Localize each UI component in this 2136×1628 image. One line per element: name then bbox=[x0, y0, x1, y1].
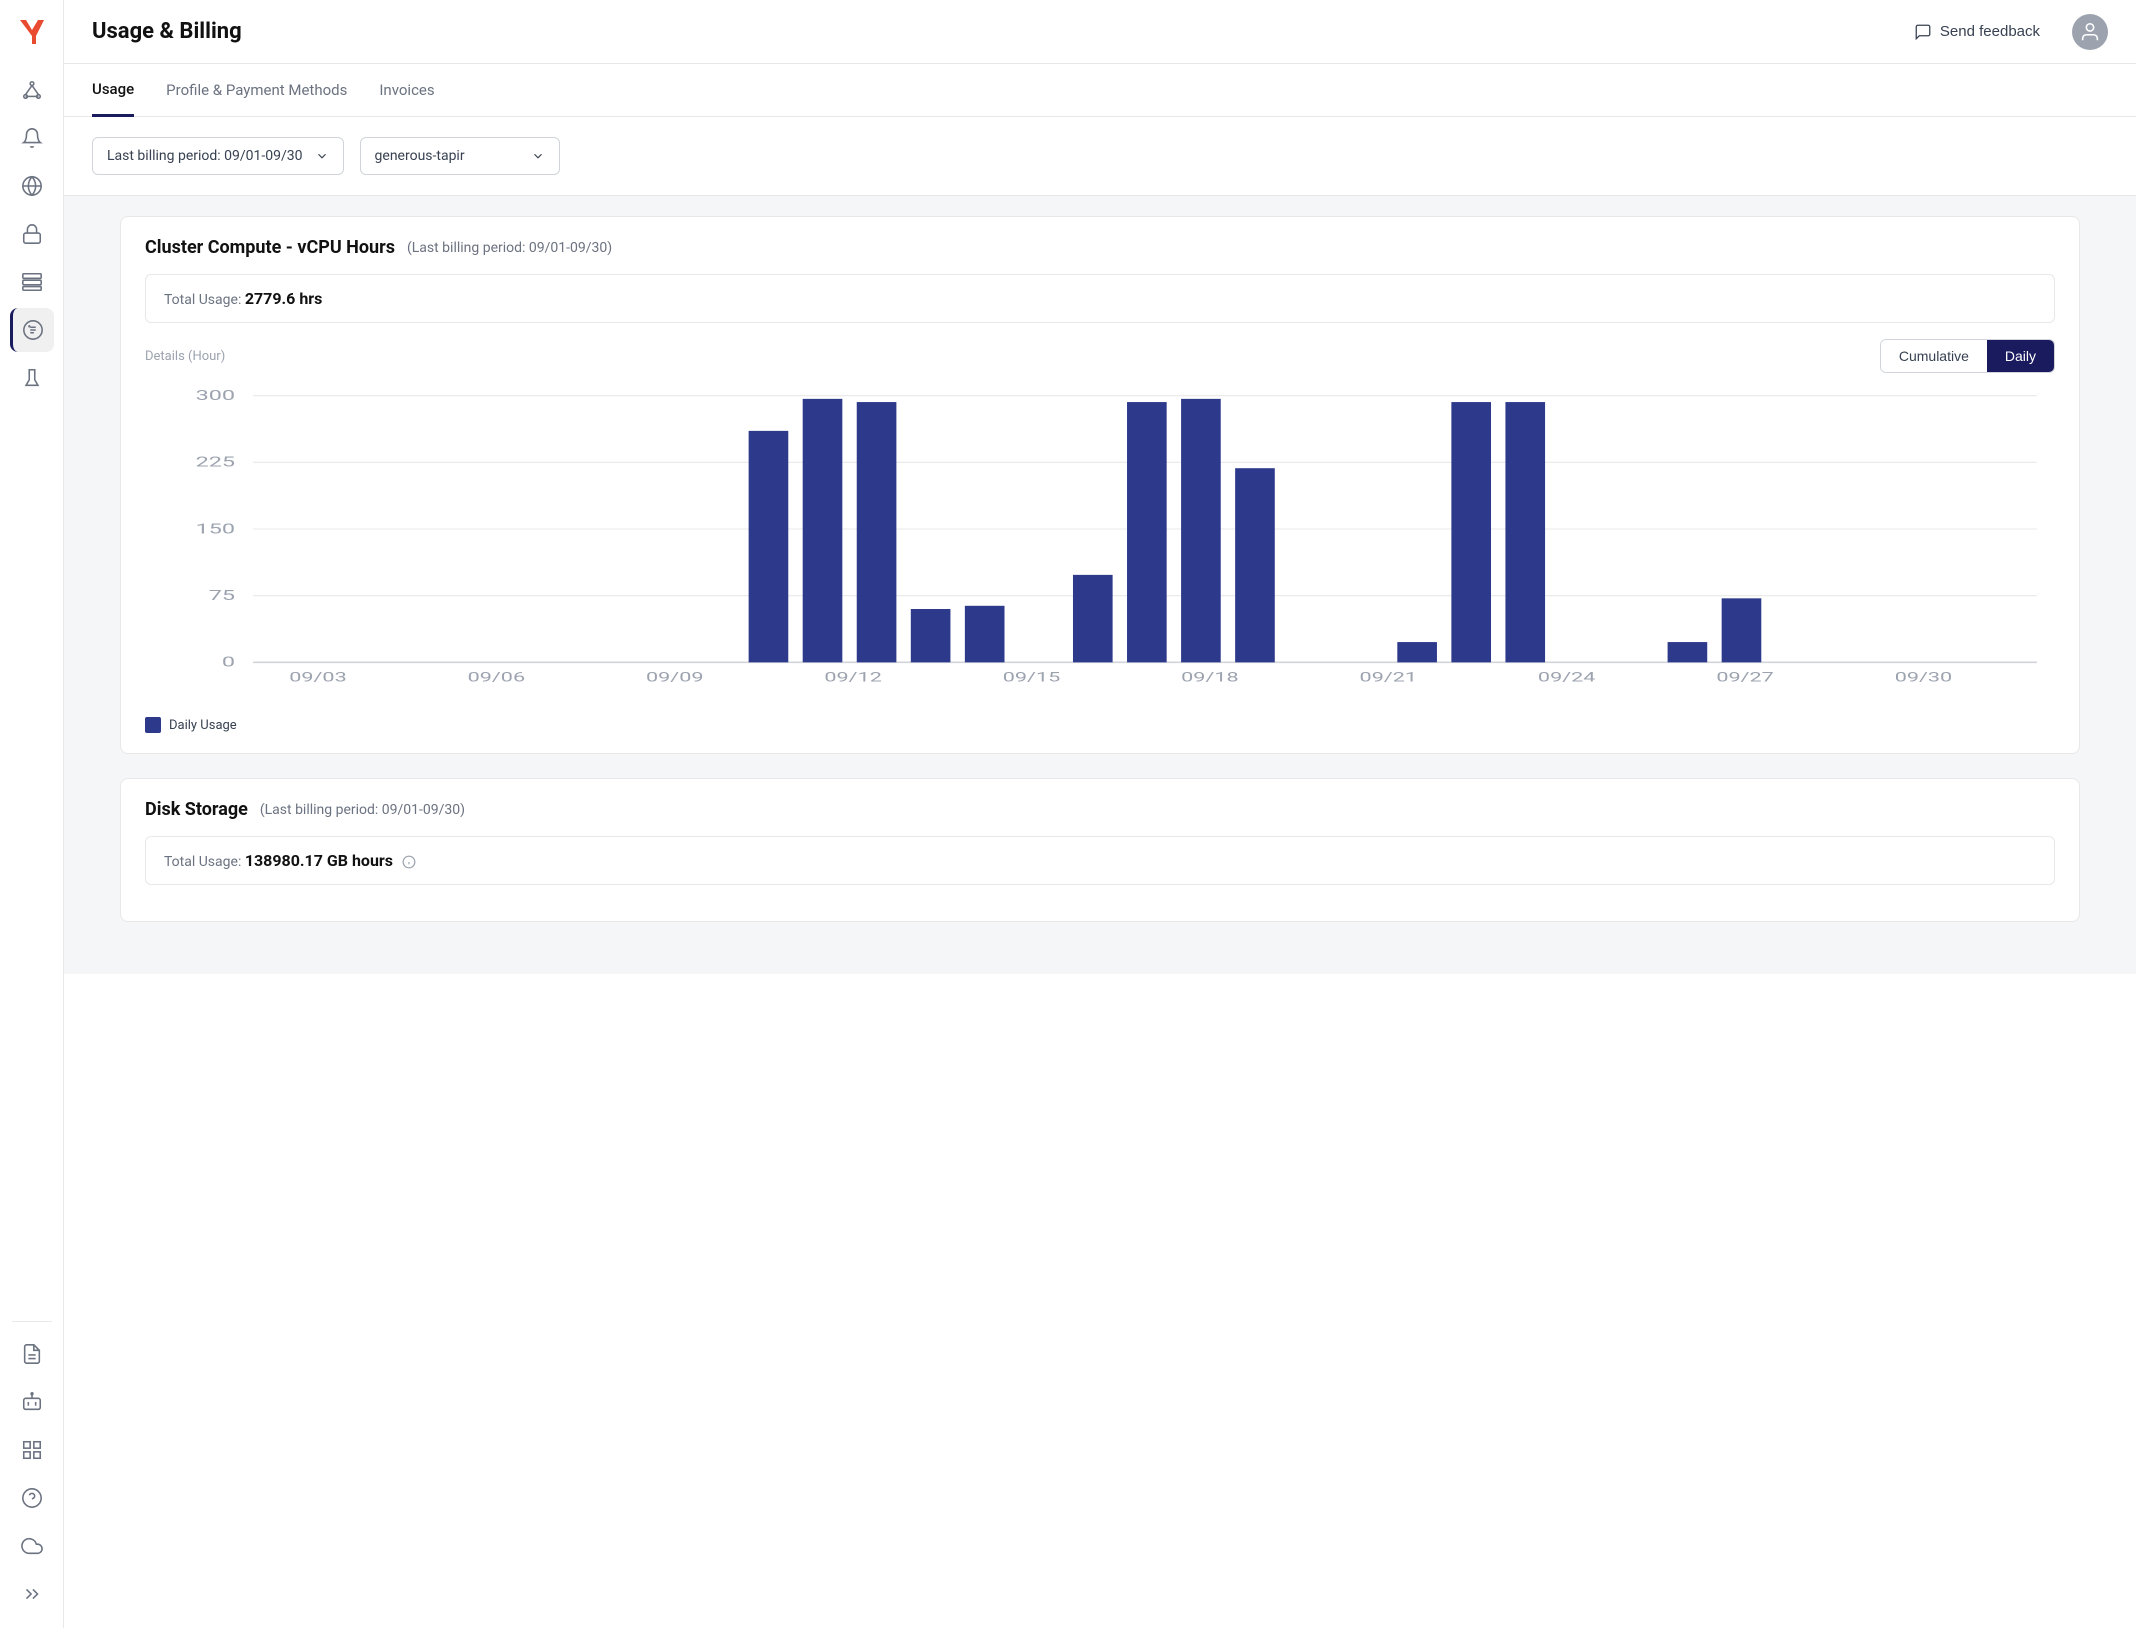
tab-profile[interactable]: Profile & Payment Methods bbox=[166, 65, 347, 117]
header: Usage & Billing Send feedback bbox=[64, 0, 2136, 64]
workspace-chevron-icon bbox=[531, 149, 545, 163]
user-avatar[interactable] bbox=[2072, 14, 2108, 50]
tab-invoices[interactable]: Invoices bbox=[379, 65, 434, 117]
sidebar-item-robot[interactable] bbox=[10, 1380, 54, 1424]
sidebar-item-resources[interactable] bbox=[10, 260, 54, 304]
chart-controls: Details (Hour) Cumulative Daily bbox=[145, 339, 2055, 373]
disk-total-value: 138980.17 GB hours bbox=[245, 851, 393, 870]
svg-text:0: 0 bbox=[222, 654, 235, 671]
disk-storage-header: Disk Storage (Last billing period: 09/01… bbox=[145, 799, 2055, 820]
disk-storage-period: (Last billing period: 09/01-09/30) bbox=[260, 802, 465, 818]
cumulative-btn[interactable]: Cumulative bbox=[1881, 340, 1987, 372]
bar-chart: 300 225 150 75 0 bbox=[145, 385, 2055, 705]
cluster-total-value: 2779.6 hrs bbox=[245, 289, 323, 308]
filters: Last billing period: 09/01-09/30 generou… bbox=[64, 117, 2136, 196]
period-filter[interactable]: Last billing period: 09/01-09/30 bbox=[92, 137, 344, 175]
sidebar-item-notifications[interactable] bbox=[10, 116, 54, 160]
chart-toggle: Cumulative Daily bbox=[1880, 339, 2055, 373]
period-chevron-icon bbox=[315, 149, 329, 163]
cluster-compute-period: (Last billing period: 09/01-09/30) bbox=[407, 240, 612, 256]
sidebar-item-security[interactable] bbox=[10, 212, 54, 256]
info-icon bbox=[402, 855, 416, 869]
workspace-filter[interactable]: generous-tapir bbox=[360, 137, 560, 175]
cluster-compute-title: Cluster Compute - vCPU Hours bbox=[145, 237, 395, 258]
content-area: Usage Profile & Payment Methods Invoices… bbox=[64, 64, 2136, 1628]
sidebar-divider bbox=[12, 1321, 52, 1322]
disk-storage-section: Disk Storage (Last billing period: 09/01… bbox=[120, 778, 2080, 922]
svg-text:09/18: 09/18 bbox=[1181, 671, 1238, 685]
legend-label: Daily Usage bbox=[169, 718, 237, 733]
sidebar-item-help[interactable] bbox=[10, 1476, 54, 1520]
svg-text:75: 75 bbox=[209, 587, 236, 604]
sidebar bbox=[0, 0, 64, 1628]
disk-storage-title: Disk Storage bbox=[145, 799, 248, 820]
sidebar-item-expand[interactable] bbox=[10, 1572, 54, 1616]
svg-text:09/24: 09/24 bbox=[1538, 671, 1596, 685]
chart-legend: Daily Usage bbox=[145, 717, 2055, 733]
chart-svg: 300 225 150 75 0 bbox=[145, 385, 2055, 705]
svg-text:09/30: 09/30 bbox=[1895, 671, 1952, 685]
page-title: Usage & Billing bbox=[92, 19, 242, 44]
sidebar-item-cloud[interactable] bbox=[10, 1524, 54, 1568]
svg-text:09/06: 09/06 bbox=[468, 671, 526, 685]
header-actions: Send feedback bbox=[1898, 14, 2108, 50]
svg-text:300: 300 bbox=[196, 387, 235, 404]
svg-text:09/27: 09/27 bbox=[1716, 671, 1774, 685]
svg-text:225: 225 bbox=[196, 454, 236, 471]
svg-text:09/03: 09/03 bbox=[289, 671, 346, 685]
chart-details-label: Details (Hour) bbox=[145, 349, 225, 364]
app-logo[interactable] bbox=[12, 12, 52, 52]
cluster-compute-section: Cluster Compute - vCPU Hours (Last billi… bbox=[120, 216, 2080, 754]
tabs: Usage Profile & Payment Methods Invoices bbox=[64, 64, 2136, 117]
svg-text:09/15: 09/15 bbox=[1003, 671, 1061, 685]
disk-total-usage: Total Usage: 138980.17 GB hours bbox=[145, 836, 2055, 885]
legend-color bbox=[145, 717, 161, 733]
sidebar-item-globe[interactable] bbox=[10, 164, 54, 208]
feedback-icon bbox=[1914, 23, 1932, 41]
avatar-icon bbox=[2079, 21, 2101, 43]
sidebar-item-lab[interactable] bbox=[10, 356, 54, 400]
svg-text:09/21: 09/21 bbox=[1360, 671, 1417, 685]
send-feedback-button[interactable]: Send feedback bbox=[1898, 15, 2056, 49]
sidebar-item-docs[interactable] bbox=[10, 1332, 54, 1376]
tab-usage[interactable]: Usage bbox=[92, 64, 134, 117]
cluster-total-usage: Total Usage: 2779.6 hrs bbox=[145, 274, 2055, 323]
sidebar-item-network[interactable] bbox=[10, 68, 54, 112]
sidebar-item-integrations[interactable] bbox=[10, 1428, 54, 1472]
daily-btn[interactable]: Daily bbox=[1987, 340, 2054, 372]
svg-text:09/09: 09/09 bbox=[646, 671, 703, 685]
svg-text:150: 150 bbox=[196, 520, 235, 537]
sidebar-item-billing[interactable] bbox=[10, 308, 54, 352]
cluster-compute-header: Cluster Compute - vCPU Hours (Last billi… bbox=[145, 237, 2055, 258]
svg-text:09/12: 09/12 bbox=[824, 671, 882, 685]
main-content: Usage & Billing Send feedback Usage Prof… bbox=[64, 0, 2136, 1628]
